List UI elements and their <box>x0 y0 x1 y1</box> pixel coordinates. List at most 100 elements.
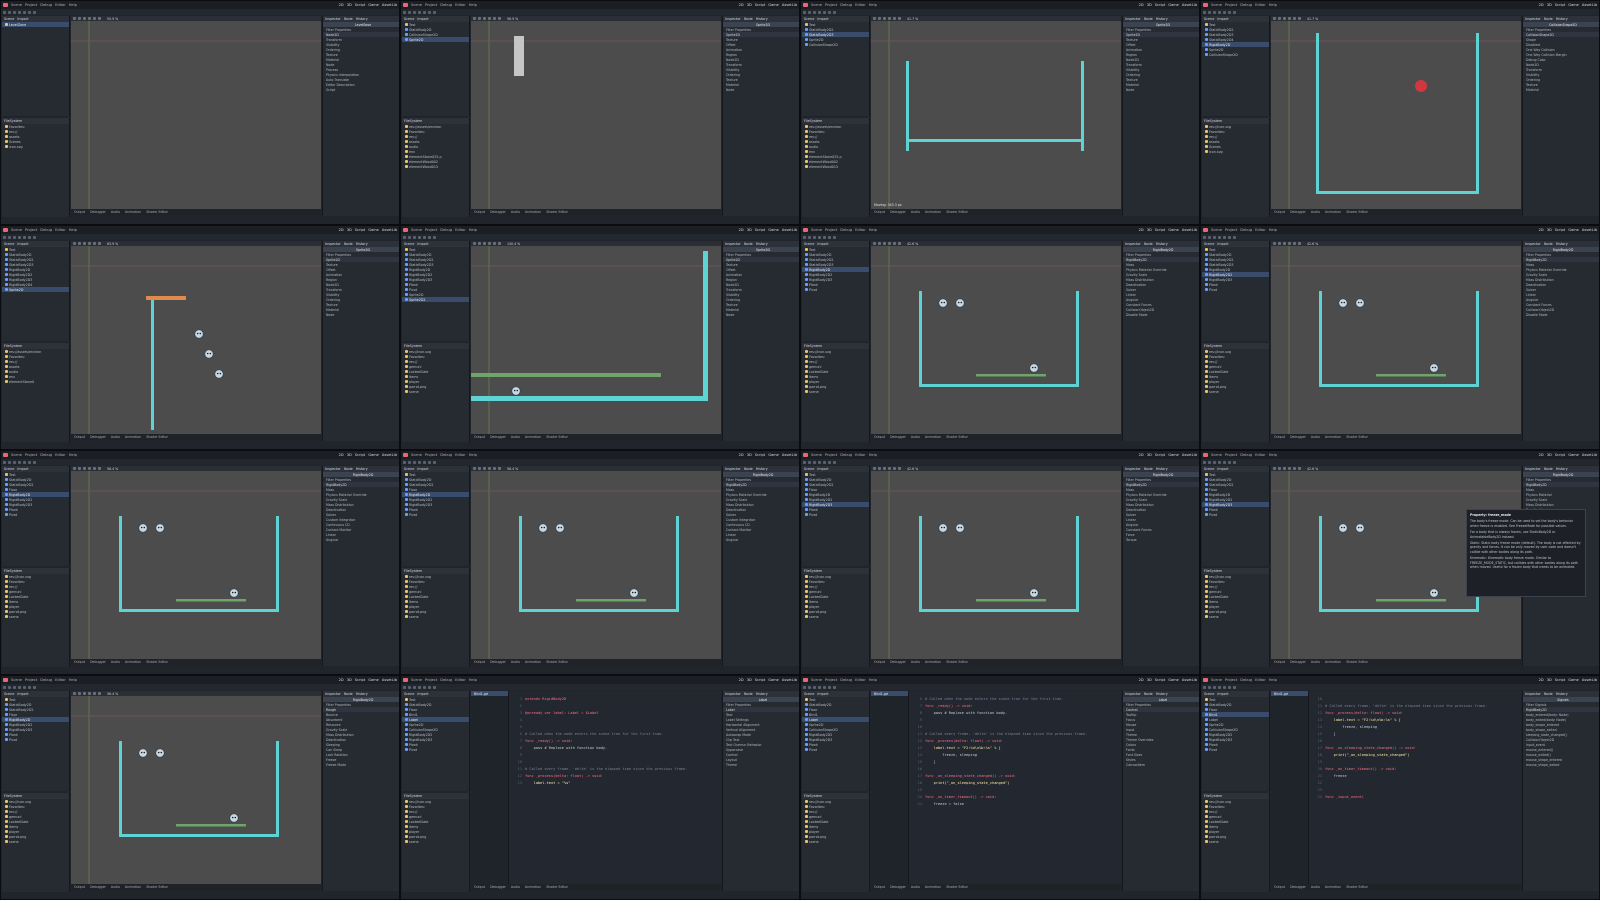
tab-import[interactable]: Import <box>17 242 28 246</box>
workspace-tab-game[interactable]: Game <box>368 228 379 232</box>
tab-animation[interactable]: Animation <box>125 435 141 439</box>
menu-item[interactable]: Editor <box>455 678 466 682</box>
rotate-tool-icon[interactable] <box>813 460 816 464</box>
viewport-tool-icon[interactable] <box>1298 467 1301 470</box>
zoom-level[interactable]: 41.7 % <box>1307 17 1318 21</box>
workspace-tab-2d[interactable]: 2D <box>1539 3 1544 7</box>
tab-filesystem[interactable]: FileSystem <box>4 119 22 123</box>
menu-item[interactable]: Debug <box>840 228 852 232</box>
viewport-tool-icon[interactable] <box>78 692 81 695</box>
ruler-tool-icon[interactable] <box>823 10 826 14</box>
ruler-tool-icon[interactable] <box>823 235 826 239</box>
tab-node[interactable]: Node <box>744 242 753 246</box>
grid-snap-icon[interactable] <box>433 10 436 14</box>
tab-audio[interactable]: Audio <box>1311 660 1320 664</box>
tab-inspector[interactable]: Inspector <box>325 17 341 21</box>
viewport-tool-icon[interactable] <box>1283 242 1286 245</box>
workspace-tab-script[interactable]: Script <box>1155 228 1165 232</box>
rotate-tool-icon[interactable] <box>813 685 816 689</box>
zoom-level[interactable]: 42.6 % <box>907 467 918 471</box>
workspace-tab-3d[interactable]: 3D <box>347 228 352 232</box>
rotate-tool-icon[interactable] <box>413 460 416 464</box>
menu-item[interactable]: Debug <box>40 453 52 457</box>
zoom-level[interactable]: 140.4 % <box>507 242 520 246</box>
viewport-tool-icon[interactable] <box>93 17 96 20</box>
canvas-viewport[interactable]: 42.6 % <box>1271 241 1521 434</box>
file-entry[interactable]: elementStone0 <box>2 379 69 384</box>
viewport-tool-icon[interactable] <box>888 467 891 470</box>
tab-shader-editor[interactable]: Shader Editor <box>1346 210 1368 214</box>
grid-snap-icon[interactable] <box>833 235 836 239</box>
workspace-tab-assetlib[interactable]: AssetLib <box>382 3 397 7</box>
lock-icon[interactable] <box>1228 10 1231 14</box>
workspace-tab-2d[interactable]: 2D <box>1139 228 1144 232</box>
rotate-tool-icon[interactable] <box>413 235 416 239</box>
file-entry[interactable]: icon.svg <box>2 144 69 149</box>
menu-item[interactable]: Scene <box>11 453 22 457</box>
ruler-tool-icon[interactable] <box>1223 685 1226 689</box>
tab-output[interactable]: Output <box>874 435 885 439</box>
workspace-tab-assetlib[interactable]: AssetLib <box>782 228 797 232</box>
viewport-tool-icon[interactable] <box>1283 467 1286 470</box>
select-tool-icon[interactable] <box>403 460 406 464</box>
tab-debugger[interactable]: Debugger <box>90 435 106 439</box>
workspace-tab-script[interactable]: Script <box>355 453 365 457</box>
grid-snap-icon[interactable] <box>1233 685 1236 689</box>
rotate-tool-icon[interactable] <box>813 235 816 239</box>
menu-item[interactable]: Scene <box>1211 453 1222 457</box>
viewport-tool-icon[interactable] <box>1273 17 1276 20</box>
tab-shader-editor[interactable]: Shader Editor <box>546 660 568 664</box>
lock-icon[interactable] <box>28 460 31 464</box>
menu-item[interactable]: Help <box>1269 3 1277 7</box>
tab-animation[interactable]: Animation <box>925 885 941 889</box>
tab-import[interactable]: Import <box>417 242 428 246</box>
canvas-viewport[interactable]: 56.9 % <box>471 16 721 209</box>
ruler-tool-icon[interactable] <box>423 235 426 239</box>
rotate-tool-icon[interactable] <box>1213 235 1216 239</box>
ruler-tool-icon[interactable] <box>23 460 26 464</box>
tab-debugger[interactable]: Debugger <box>90 660 106 664</box>
lock-icon[interactable] <box>428 685 431 689</box>
move-tool-icon[interactable] <box>408 235 411 239</box>
menu-item[interactable]: Scene <box>11 3 22 7</box>
workspace-tab-assetlib[interactable]: AssetLib <box>782 453 797 457</box>
menu-item[interactable]: Help <box>869 678 877 682</box>
zoom-level[interactable]: 63.9 % <box>107 242 118 246</box>
select-tool-icon[interactable] <box>3 10 6 14</box>
menu-item[interactable]: Help <box>69 3 77 7</box>
select-tool-icon[interactable] <box>3 235 6 239</box>
tab-history[interactable]: History <box>756 467 768 471</box>
file-entry[interactable]: icon.svg <box>1202 149 1269 154</box>
scene-tree-node[interactable]: Pivot <box>2 737 69 742</box>
tab-audio[interactable]: Audio <box>111 210 120 214</box>
select-tool-icon[interactable] <box>1203 10 1206 14</box>
canvas-viewport[interactable]: 56.4 % <box>71 691 321 884</box>
menu-item[interactable]: Project <box>1225 228 1237 232</box>
lock-icon[interactable] <box>828 685 831 689</box>
zoom-level[interactable]: 56.9 % <box>507 17 518 21</box>
tab-shader-editor[interactable]: Shader Editor <box>146 435 168 439</box>
viewport-tool-icon[interactable] <box>898 17 901 20</box>
tab-node[interactable]: Node <box>1144 467 1153 471</box>
menu-item[interactable]: Editor <box>55 3 66 7</box>
inspector-property[interactable]: Script <box>323 87 399 92</box>
tab-debugger[interactable]: Debugger <box>1290 885 1306 889</box>
menu-item[interactable]: Scene <box>811 3 822 7</box>
menu-item[interactable]: Project <box>25 3 37 7</box>
tab-scene[interactable]: Scene <box>404 467 414 471</box>
scene-tree-node[interactable]: Sprite2D <box>2 287 69 292</box>
tab-node[interactable]: Node <box>1544 692 1553 696</box>
tab-shader-editor[interactable]: Shader Editor <box>546 210 568 214</box>
workspace-tab-2d[interactable]: 2D <box>1539 453 1544 457</box>
viewport-tool-icon[interactable] <box>98 17 101 20</box>
scene-canvas[interactable] <box>71 246 321 434</box>
select-tool-icon[interactable] <box>1203 685 1206 689</box>
viewport-tool-icon[interactable] <box>98 467 101 470</box>
scene-tree-node[interactable]: Pivot <box>1202 287 1269 292</box>
menu-item[interactable]: Editor <box>55 453 66 457</box>
viewport-tool-icon[interactable] <box>498 17 501 20</box>
workspace-tab-script[interactable]: Script <box>755 678 765 682</box>
workspace-tab-script[interactable]: Script <box>1155 453 1165 457</box>
rotate-tool-icon[interactable] <box>13 685 16 689</box>
viewport-tool-icon[interactable] <box>488 242 491 245</box>
